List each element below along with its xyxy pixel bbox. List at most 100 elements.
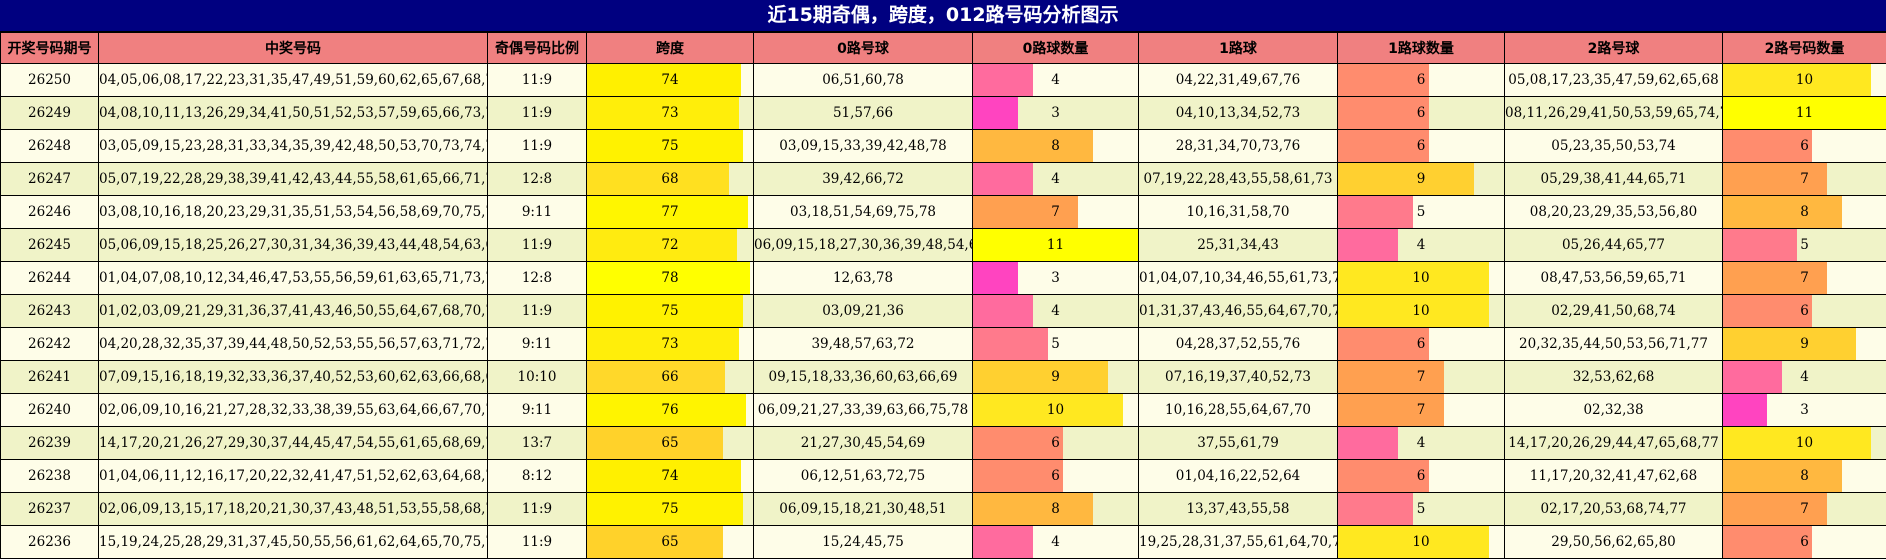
table-row: 26241 07,09,15,16,18,19,32,33,36,37,40,52… xyxy=(0,360,1886,394)
cell-value: 8 xyxy=(1800,468,1809,484)
cell-value: 6 xyxy=(1800,534,1809,550)
ratio-cell: 11:9 xyxy=(487,228,587,262)
route2-count-cell: 7 xyxy=(1722,162,1886,196)
route1-numbers-cell: 07,19,22,28,43,55,58,61,73 xyxy=(1138,162,1338,196)
count-bar xyxy=(973,64,1033,96)
ratio-cell: 11:9 xyxy=(487,294,587,328)
page-title: 近15期奇偶，跨度，012路号码分析图示 xyxy=(0,0,1886,32)
numbers-cell: 03,05,09,15,23,28,31,33,34,35,39,42,48,5… xyxy=(98,129,488,163)
route1-count-cell: 5 xyxy=(1337,195,1505,229)
count-bar xyxy=(1338,460,1429,492)
cell-value: 76 xyxy=(661,402,679,418)
route0-numbers-cell: 03,18,51,54,69,75,78 xyxy=(753,195,973,229)
cell-value: 5 xyxy=(1051,336,1060,352)
route1-count-cell: 10 xyxy=(1337,261,1505,295)
route1-numbers-cell: 10,16,31,58,70 xyxy=(1138,195,1338,229)
count-bar xyxy=(973,328,1048,360)
count-bar xyxy=(1338,493,1414,525)
count-bar xyxy=(1723,361,1783,393)
issue-cell: 26248 xyxy=(0,129,99,163)
cell-value: 7 xyxy=(1800,171,1809,187)
route1-count-cell: 9 xyxy=(1337,162,1505,196)
route0-count-cell: 9 xyxy=(972,360,1139,394)
route0-count-cell: 8 xyxy=(972,492,1139,526)
route0-numbers-cell: 09,15,18,33,36,60,63,66,69 xyxy=(753,360,973,394)
route0-numbers-cell: 21,27,30,45,54,69 xyxy=(753,426,973,460)
ratio-cell: 11:9 xyxy=(487,96,587,130)
span-bar xyxy=(587,526,723,558)
route1-count-cell: 6 xyxy=(1337,96,1505,130)
route2-count-cell: 8 xyxy=(1722,459,1886,493)
header-route2-count: 2路号码数量 xyxy=(1722,32,1886,64)
route1-numbers-cell: 37,55,61,79 xyxy=(1138,426,1338,460)
span-cell: 66 xyxy=(586,360,754,394)
route0-numbers-cell: 39,48,57,63,72 xyxy=(753,327,973,361)
route2-count-cell: 8 xyxy=(1722,195,1886,229)
route0-numbers-cell: 06,12,51,63,72,75 xyxy=(753,459,973,493)
cell-value: 5 xyxy=(1416,204,1426,220)
count-bar xyxy=(1338,427,1399,459)
route0-count-cell: 4 xyxy=(972,63,1139,97)
span-cell: 74 xyxy=(586,63,754,97)
cell-value: 6 xyxy=(1800,303,1809,319)
numbers-cell: 04,05,06,08,17,22,23,31,35,47,49,51,59,6… xyxy=(98,63,488,97)
route0-numbers-cell: 12,63,78 xyxy=(753,261,973,295)
issue-cell: 26238 xyxy=(0,459,99,493)
issue-cell: 26240 xyxy=(0,393,99,427)
cell-value: 3 xyxy=(1800,402,1809,418)
route1-numbers-cell: 01,31,37,43,46,55,64,67,70,76 xyxy=(1138,294,1338,328)
route2-numbers-cell: 02,29,41,50,68,74 xyxy=(1504,294,1723,328)
numbers-cell: 14,17,20,21,26,27,29,30,37,44,45,47,54,5… xyxy=(98,426,488,460)
count-bar xyxy=(973,97,1018,129)
count-bar xyxy=(1338,328,1429,360)
count-bar xyxy=(1723,262,1827,294)
route2-numbers-cell: 29,50,56,62,65,80 xyxy=(1504,525,1723,559)
route2-count-cell: 7 xyxy=(1722,261,1886,295)
cell-value: 6 xyxy=(1416,138,1426,154)
cell-value: 6 xyxy=(1416,105,1426,121)
numbers-cell: 01,04,06,11,12,16,17,20,22,32,41,47,51,5… xyxy=(98,459,488,493)
span-cell: 77 xyxy=(586,195,754,229)
cell-value: 10 xyxy=(1046,402,1065,418)
numbers-cell: 01,02,03,09,21,29,31,36,37,41,43,46,50,5… xyxy=(98,294,488,328)
ratio-cell: 11:9 xyxy=(487,129,587,163)
cell-value: 4 xyxy=(1051,171,1060,187)
span-bar xyxy=(587,361,725,393)
cell-value: 7 xyxy=(1416,402,1426,418)
span-cell: 76 xyxy=(586,393,754,427)
span-cell: 75 xyxy=(586,294,754,328)
cell-value: 11 xyxy=(1046,237,1065,253)
count-bar xyxy=(1338,394,1444,426)
route1-numbers-cell: 25,31,34,43 xyxy=(1138,228,1338,262)
route1-numbers-cell: 01,04,07,10,34,46,55,61,73,79 xyxy=(1138,261,1338,295)
count-bar xyxy=(973,262,1018,294)
cell-value: 7 xyxy=(1416,369,1426,385)
route1-numbers-cell: 04,22,31,49,67,76 xyxy=(1138,63,1338,97)
table-row: 26248 03,05,09,15,23,28,31,33,34,35,39,42… xyxy=(0,129,1886,163)
header-route0-count: 0路球数量 xyxy=(972,32,1139,64)
cell-value: 4 xyxy=(1051,72,1060,88)
table-row: 26246 03,08,10,16,18,20,23,29,31,35,51,53… xyxy=(0,195,1886,229)
route0-count-cell: 8 xyxy=(972,129,1139,163)
count-bar xyxy=(1338,64,1429,96)
cell-value: 6 xyxy=(1051,435,1060,451)
route1-count-cell: 7 xyxy=(1337,360,1505,394)
numbers-cell: 04,20,28,32,35,37,39,44,48,50,52,53,55,5… xyxy=(98,327,488,361)
route2-numbers-cell: 20,32,35,44,50,53,56,71,77 xyxy=(1504,327,1723,361)
route1-numbers-cell: 10,16,28,55,64,67,70 xyxy=(1138,393,1338,427)
route1-numbers-cell: 19,25,28,31,37,55,61,64,70,76 xyxy=(1138,525,1338,559)
count-bar xyxy=(1723,229,1798,261)
header-route1-count: 1路球数量 xyxy=(1337,32,1505,64)
route0-numbers-cell: 06,09,15,18,27,30,36,39,48,54,63 xyxy=(753,228,973,262)
ratio-cell: 8:12 xyxy=(487,459,587,493)
count-bar xyxy=(1338,97,1429,129)
route1-count-cell: 10 xyxy=(1337,294,1505,328)
span-cell: 75 xyxy=(586,492,754,526)
table-row: 26249 04,08,10,11,13,26,29,34,41,50,51,52… xyxy=(0,96,1886,130)
cell-value: 7 xyxy=(1800,270,1809,286)
span-cell: 72 xyxy=(586,228,754,262)
numbers-cell: 05,06,09,15,18,25,26,27,30,31,34,36,39,4… xyxy=(98,228,488,262)
count-bar xyxy=(973,196,1078,228)
table-row: 26244 01,04,07,08,10,12,34,46,47,53,55,56… xyxy=(0,261,1886,295)
count-bar xyxy=(1338,130,1429,162)
